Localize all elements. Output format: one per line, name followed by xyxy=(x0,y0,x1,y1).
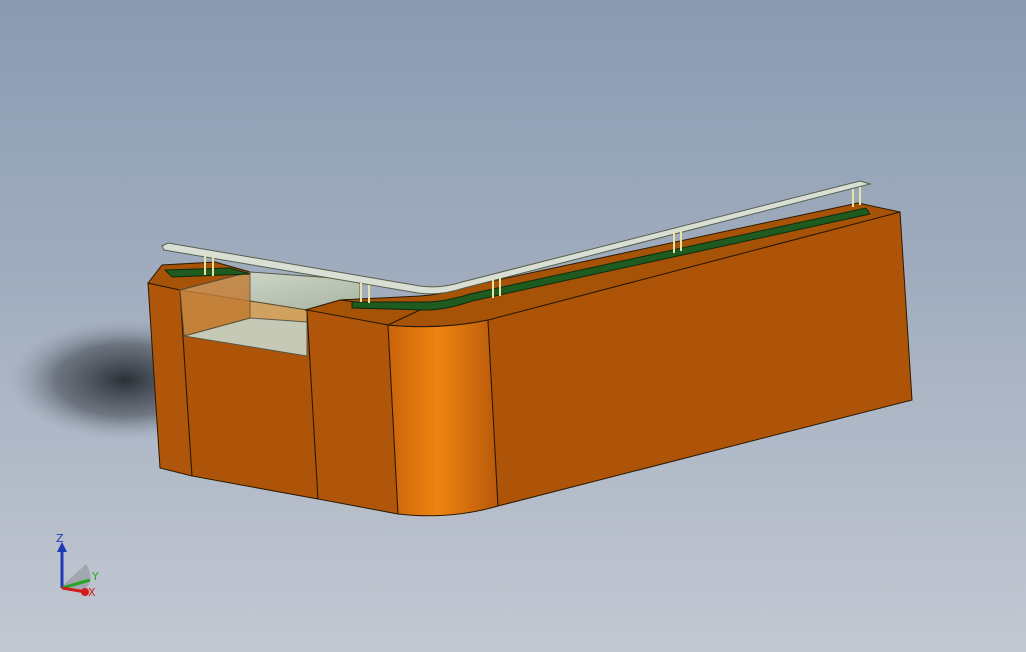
counter-model[interactable] xyxy=(0,0,1026,652)
y-axis-label: Y xyxy=(91,570,99,583)
middle-block-front-a xyxy=(306,309,399,515)
x-axis-label: X xyxy=(88,586,96,599)
z-axis-label: Z xyxy=(56,532,64,545)
corner-rounded-face xyxy=(387,319,499,517)
graphics-viewport[interactable]: Z Y X xyxy=(0,0,1026,652)
axis-triad: Z Y X xyxy=(56,532,99,599)
